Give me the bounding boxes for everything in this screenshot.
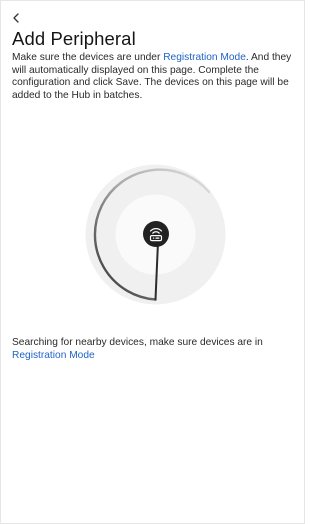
- scanning-animation: [83, 162, 228, 307]
- registration-mode-link[interactable]: Registration Mode: [163, 52, 246, 63]
- registration-mode-status-link[interactable]: Registration Mode: [12, 350, 95, 361]
- status-text-start: Searching for nearby devices, make sure …: [12, 337, 263, 348]
- search-status-text: Searching for nearby devices, make sure …: [12, 337, 297, 362]
- chevron-left-icon: [13, 13, 19, 23]
- intro-description: Make sure the devices are under Registra…: [12, 52, 302, 102]
- page-title: Add Peripheral: [12, 28, 136, 49]
- center-dot: [143, 221, 169, 247]
- app-screen: Add Peripheral Make sure the devices are…: [0, 0, 305, 524]
- back-button[interactable]: [12, 11, 32, 27]
- intro-text-start: Make sure the devices are under: [12, 52, 164, 63]
